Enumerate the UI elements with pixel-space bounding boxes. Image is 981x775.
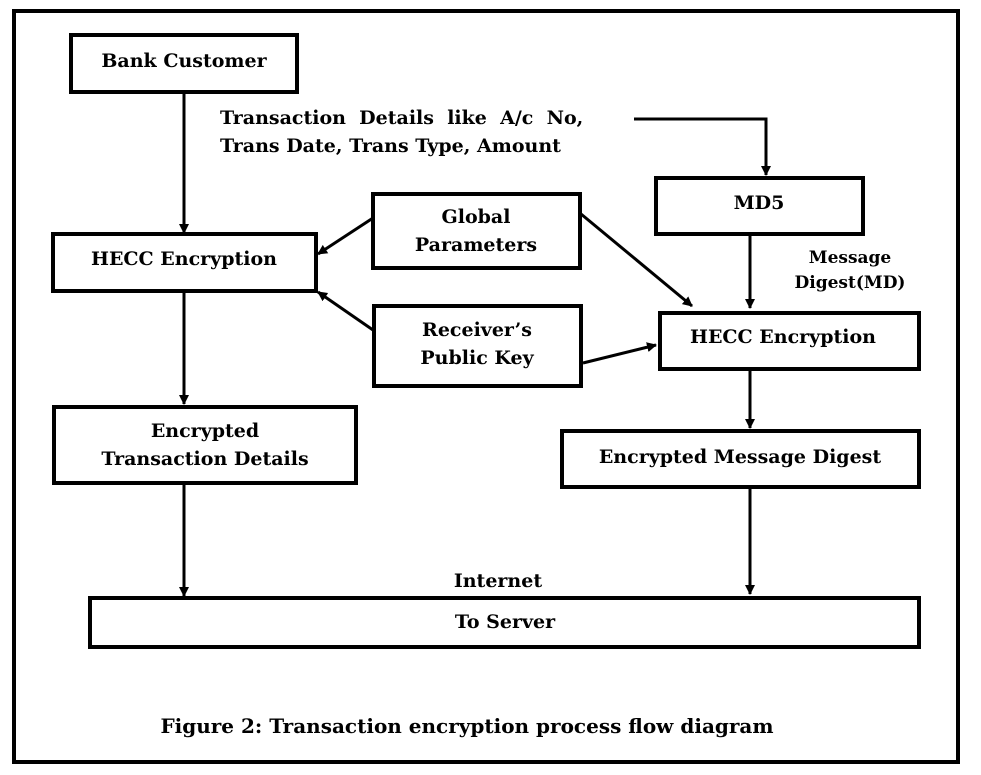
message-digest-label-line2: Digest(MD) <box>795 273 906 293</box>
node-label-line2: Public Key <box>420 347 534 369</box>
node-label-line1: Global <box>442 206 511 228</box>
flow-diagram: Bank Customer HECC Encryption Global Par… <box>12 9 960 764</box>
node-encrypted-transaction-details: Encrypted Transaction Details <box>52 405 358 485</box>
edge-key-to-hecc-left <box>317 290 374 332</box>
internet-label: Internet <box>454 570 542 592</box>
node-to-server: To Server <box>88 596 921 649</box>
edge-key-to-hecc-right <box>582 342 657 365</box>
node-md5: MD5 <box>654 176 865 236</box>
node-label: HECC Encryption <box>690 326 876 348</box>
node-label: Encrypted Message Digest <box>599 446 882 468</box>
node-hecc-left: HECC Encryption <box>51 232 318 293</box>
node-label: MD5 <box>734 192 785 214</box>
figure-caption: Figure 2: Transaction encryption process… <box>160 714 773 738</box>
node-label: HECC Encryption <box>91 248 277 270</box>
message-digest-label-line1: Message <box>809 248 892 268</box>
node-label: Bank Customer <box>101 50 267 72</box>
node-encrypted-message-digest: Encrypted Message Digest <box>560 429 921 489</box>
node-hecc-right: HECC Encryption <box>658 311 921 371</box>
edge-transaction-to-md5 <box>634 117 771 176</box>
node-label-line1: Receiver’s <box>422 319 532 341</box>
node-global-parameters: Global Parameters <box>371 192 582 270</box>
node-label-line2: Transaction Details <box>101 448 308 470</box>
node-receivers-public-key: Receiver’s Public Key <box>372 304 583 388</box>
node-label-line1: Encrypted <box>151 420 259 442</box>
transaction-details-label-line1: Transaction Details like A/c No, <box>220 107 583 129</box>
node-label-line2: Parameters <box>415 234 537 256</box>
node-bank-customer: Bank Customer <box>69 33 299 94</box>
transaction-details-label-line2: Trans Date, Trans Type, Amount <box>220 135 561 157</box>
edge-global-to-hecc-left <box>317 216 374 256</box>
node-label: To Server <box>455 611 556 633</box>
